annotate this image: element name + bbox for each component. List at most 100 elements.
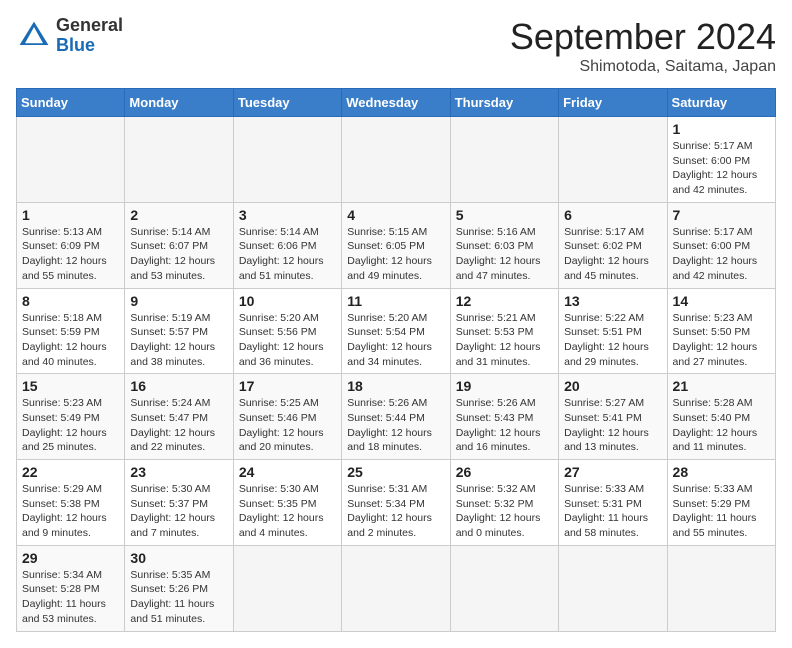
day-number: 24 xyxy=(239,464,336,480)
day-info: Sunrise: 5:13 AMSunset: 6:09 PMDaylight:… xyxy=(22,225,119,284)
calendar-cell: 30 Sunrise: 5:35 AMSunset: 5:26 PMDayligh… xyxy=(125,545,233,631)
day-number: 30 xyxy=(130,550,227,566)
day-number: 25 xyxy=(347,464,444,480)
day-number: 29 xyxy=(22,550,119,566)
day-info: Sunrise: 5:33 AMSunset: 5:29 PMDaylight:… xyxy=(673,482,770,541)
logo: General Blue xyxy=(16,16,123,56)
calendar-cell xyxy=(450,117,558,203)
calendar-row: 15 Sunrise: 5:23 AMSunset: 5:49 PMDayligh… xyxy=(17,374,776,460)
day-number: 6 xyxy=(564,207,661,223)
day-number: 28 xyxy=(673,464,770,480)
calendar-cell xyxy=(233,545,341,631)
calendar-table: SundayMondayTuesdayWednesdayThursdayFrid… xyxy=(16,88,776,632)
calendar-cell: 2 Sunrise: 5:14 AMSunset: 6:07 PMDaylight… xyxy=(125,202,233,288)
calendar-cell: 5Sunrise: 5:16 AMSunset: 6:03 PMDaylight… xyxy=(450,202,558,288)
calendar-cell: 1 Sunrise: 5:13 AMSunset: 6:09 PMDaylight… xyxy=(17,202,125,288)
day-number: 8 xyxy=(22,293,119,309)
calendar-row: 29 Sunrise: 5:34 AMSunset: 5:28 PMDayligh… xyxy=(17,545,776,631)
calendar-cell: 10 Sunrise: 5:20 AMSunset: 5:56 PMDayligh… xyxy=(233,288,341,374)
calendar-cell: 25 Sunrise: 5:31 AMSunset: 5:34 PMDayligh… xyxy=(342,460,450,546)
day-info: Sunrise: 5:19 AMSunset: 5:57 PMDaylight:… xyxy=(130,311,227,370)
calendar-cell: 19 Sunrise: 5:26 AMSunset: 5:43 PMDayligh… xyxy=(450,374,558,460)
day-number: 4 xyxy=(347,207,444,223)
calendar-cell: 14Sunrise: 5:23 AMSunset: 5:50 PMDayligh… xyxy=(667,288,775,374)
calendar-cell: 27 Sunrise: 5:33 AMSunset: 5:31 PMDayligh… xyxy=(559,460,667,546)
calendar-cell: 21Sunrise: 5:28 AMSunset: 5:40 PMDayligh… xyxy=(667,374,775,460)
day-info: Sunrise: 5:32 AMSunset: 5:32 PMDaylight:… xyxy=(456,482,553,541)
day-number: 12 xyxy=(456,293,553,309)
calendar-cell xyxy=(667,545,775,631)
title-block: September 2024 Shimotoda, Saitama, Japan xyxy=(510,16,776,76)
col-header-thursday: Thursday xyxy=(450,89,558,117)
calendar-cell xyxy=(17,117,125,203)
calendar-row: 22 Sunrise: 5:29 AMSunset: 5:38 PMDayligh… xyxy=(17,460,776,546)
day-number: 17 xyxy=(239,378,336,394)
day-info: Sunrise: 5:35 AMSunset: 5:26 PMDaylight:… xyxy=(130,568,227,627)
day-info: Sunrise: 5:26 AMSunset: 5:44 PMDaylight:… xyxy=(347,396,444,455)
logo-text: General Blue xyxy=(56,16,123,56)
day-number: 18 xyxy=(347,378,444,394)
day-info: Sunrise: 5:21 AMSunset: 5:53 PMDaylight:… xyxy=(456,311,553,370)
day-number: 1 xyxy=(22,207,119,223)
col-header-wednesday: Wednesday xyxy=(342,89,450,117)
calendar-cell xyxy=(450,545,558,631)
day-info: Sunrise: 5:15 AMSunset: 6:05 PMDaylight:… xyxy=(347,225,444,284)
calendar-cell: 24 Sunrise: 5:30 AMSunset: 5:35 PMDayligh… xyxy=(233,460,341,546)
col-header-friday: Friday xyxy=(559,89,667,117)
calendar-cell: 20Sunrise: 5:27 AMSunset: 5:41 PMDayligh… xyxy=(559,374,667,460)
calendar-cell: 8 Sunrise: 5:18 AMSunset: 5:59 PMDaylight… xyxy=(17,288,125,374)
calendar-cell: 26 Sunrise: 5:32 AMSunset: 5:32 PMDayligh… xyxy=(450,460,558,546)
calendar-cell xyxy=(342,117,450,203)
day-number: 27 xyxy=(564,464,661,480)
day-info: Sunrise: 5:14 AMSunset: 6:07 PMDaylight:… xyxy=(130,225,227,284)
calendar-cell: 11Sunrise: 5:20 AMSunset: 5:54 PMDayligh… xyxy=(342,288,450,374)
calendar-cell: 23Sunrise: 5:30 AMSunset: 5:37 PMDayligh… xyxy=(125,460,233,546)
day-number: 19 xyxy=(456,378,553,394)
day-info: Sunrise: 5:20 AMSunset: 5:56 PMDaylight:… xyxy=(239,311,336,370)
day-number: 10 xyxy=(239,293,336,309)
day-number: 7 xyxy=(673,207,770,223)
day-number: 15 xyxy=(22,378,119,394)
day-info: Sunrise: 5:17 AMSunset: 6:02 PMDaylight:… xyxy=(564,225,661,284)
day-info: Sunrise: 5:30 AMSunset: 5:35 PMDaylight:… xyxy=(239,482,336,541)
month-title: September 2024 xyxy=(510,16,776,58)
day-info: Sunrise: 5:20 AMSunset: 5:54 PMDaylight:… xyxy=(347,311,444,370)
calendar-cell: 17 Sunrise: 5:25 AMSunset: 5:46 PMDayligh… xyxy=(233,374,341,460)
day-info: Sunrise: 5:26 AMSunset: 5:43 PMDaylight:… xyxy=(456,396,553,455)
calendar-row: 8 Sunrise: 5:18 AMSunset: 5:59 PMDaylight… xyxy=(17,288,776,374)
location-subtitle: Shimotoda, Saitama, Japan xyxy=(510,58,776,76)
calendar-cell xyxy=(559,117,667,203)
day-info: Sunrise: 5:31 AMSunset: 5:34 PMDaylight:… xyxy=(347,482,444,541)
day-info: Sunrise: 5:18 AMSunset: 5:59 PMDaylight:… xyxy=(22,311,119,370)
day-number: 5 xyxy=(456,207,553,223)
calendar-cell: 16Sunrise: 5:24 AMSunset: 5:47 PMDayligh… xyxy=(125,374,233,460)
day-number: 2 xyxy=(130,207,227,223)
day-number: 1 xyxy=(673,121,770,137)
day-info: Sunrise: 5:17 AMSunset: 6:00 PMDaylight:… xyxy=(673,225,770,284)
calendar-cell: 9Sunrise: 5:19 AMSunset: 5:57 PMDaylight… xyxy=(125,288,233,374)
day-info: Sunrise: 5:17 AMSunset: 6:00 PMDaylight:… xyxy=(673,139,770,198)
calendar-cell: 18 Sunrise: 5:26 AMSunset: 5:44 PMDayligh… xyxy=(342,374,450,460)
day-number: 26 xyxy=(456,464,553,480)
calendar-header-row: SundayMondayTuesdayWednesdayThursdayFrid… xyxy=(17,89,776,117)
day-info: Sunrise: 5:33 AMSunset: 5:31 PMDaylight:… xyxy=(564,482,661,541)
col-header-monday: Monday xyxy=(125,89,233,117)
calendar-cell: 12 Sunrise: 5:21 AMSunset: 5:53 PMDayligh… xyxy=(450,288,558,374)
calendar-cell xyxy=(342,545,450,631)
day-number: 13 xyxy=(564,293,661,309)
day-number: 23 xyxy=(130,464,227,480)
day-info: Sunrise: 5:29 AMSunset: 5:38 PMDaylight:… xyxy=(22,482,119,541)
calendar-cell xyxy=(233,117,341,203)
calendar-cell: 15 Sunrise: 5:23 AMSunset: 5:49 PMDayligh… xyxy=(17,374,125,460)
day-number: 22 xyxy=(22,464,119,480)
calendar-cell xyxy=(125,117,233,203)
day-info: Sunrise: 5:34 AMSunset: 5:28 PMDaylight:… xyxy=(22,568,119,627)
day-info: Sunrise: 5:25 AMSunset: 5:46 PMDaylight:… xyxy=(239,396,336,455)
calendar-cell: 28 Sunrise: 5:33 AMSunset: 5:29 PMDayligh… xyxy=(667,460,775,546)
calendar-row: 1 Sunrise: 5:17 AMSunset: 6:00 PMDaylight… xyxy=(17,117,776,203)
day-info: Sunrise: 5:22 AMSunset: 5:51 PMDaylight:… xyxy=(564,311,661,370)
calendar-cell: 3Sunrise: 5:14 AMSunset: 6:06 PMDaylight… xyxy=(233,202,341,288)
calendar-row: 1 Sunrise: 5:13 AMSunset: 6:09 PMDaylight… xyxy=(17,202,776,288)
day-info: Sunrise: 5:14 AMSunset: 6:06 PMDaylight:… xyxy=(239,225,336,284)
day-info: Sunrise: 5:23 AMSunset: 5:49 PMDaylight:… xyxy=(22,396,119,455)
